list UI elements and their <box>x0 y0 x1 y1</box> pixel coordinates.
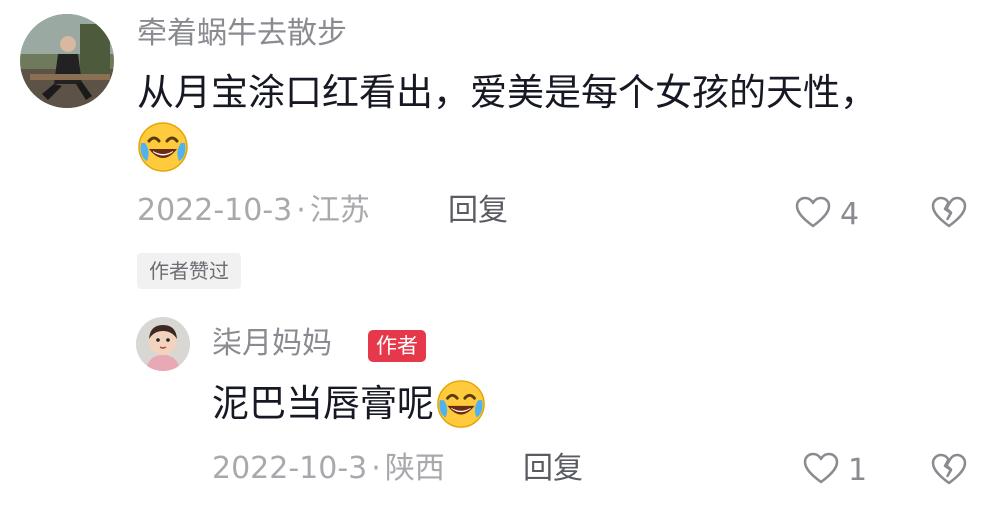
reply-avatar[interactable] <box>136 317 190 371</box>
comment-item: 牵着蜗牛去散步 从月宝涂口红看出，爱美是每个女孩的天性， 2022-10-3 · 江… <box>0 0 994 300</box>
avatar-photo-child <box>136 317 190 371</box>
dislike-button[interactable] <box>930 195 968 231</box>
like-button[interactable]: 4 <box>794 194 859 234</box>
avatar[interactable] <box>20 14 114 108</box>
heart-outline-icon <box>794 195 832 233</box>
reply-text-row: 泥巴当唇膏呢 <box>212 378 486 430</box>
broken-heart-icon <box>930 453 968 490</box>
comment-text: 从月宝涂口红看出，爱美是每个女孩的天性， <box>137 71 877 114</box>
laughing-crying-emoji-icon <box>137 121 189 173</box>
liked-by-author-tag: 作者赞过 <box>137 253 241 289</box>
reply-button[interactable]: 回复 <box>448 190 508 232</box>
avatar-photo-man-sitting <box>20 14 114 108</box>
reply-meta: 2022-10-3 · 陕西 <box>212 448 445 490</box>
reply-text: 泥巴当唇膏呢 <box>212 382 434 425</box>
like-count: 1 <box>848 452 868 488</box>
author-badge: 作者 <box>368 330 426 362</box>
reply-username[interactable]: 柒月妈妈 <box>212 324 332 364</box>
heart-outline-icon <box>802 451 840 489</box>
reply-date: 2022-10-3 <box>212 451 368 486</box>
meta-separator: · <box>371 451 381 486</box>
broken-heart-icon <box>930 196 968 233</box>
reply-location: 陕西 <box>384 451 445 486</box>
comment-meta: 2022-10-3 · 江苏 <box>137 190 370 232</box>
laughing-crying-emoji-icon <box>436 379 486 429</box>
reply-button[interactable]: 回复 <box>523 448 583 490</box>
comment-location: 江苏 <box>309 193 370 228</box>
comment-date: 2022-10-3 <box>137 193 293 228</box>
like-count: 4 <box>840 196 860 232</box>
reply-item: 柒月妈妈 作者 泥巴当唇膏呢 2022-10-3 · 陕西 回复 1 <box>0 300 994 512</box>
like-button[interactable]: 1 <box>802 450 867 490</box>
meta-separator: · <box>296 193 306 228</box>
comment-username[interactable]: 牵着蜗牛去散步 <box>137 14 347 54</box>
dislike-button[interactable] <box>930 452 968 488</box>
